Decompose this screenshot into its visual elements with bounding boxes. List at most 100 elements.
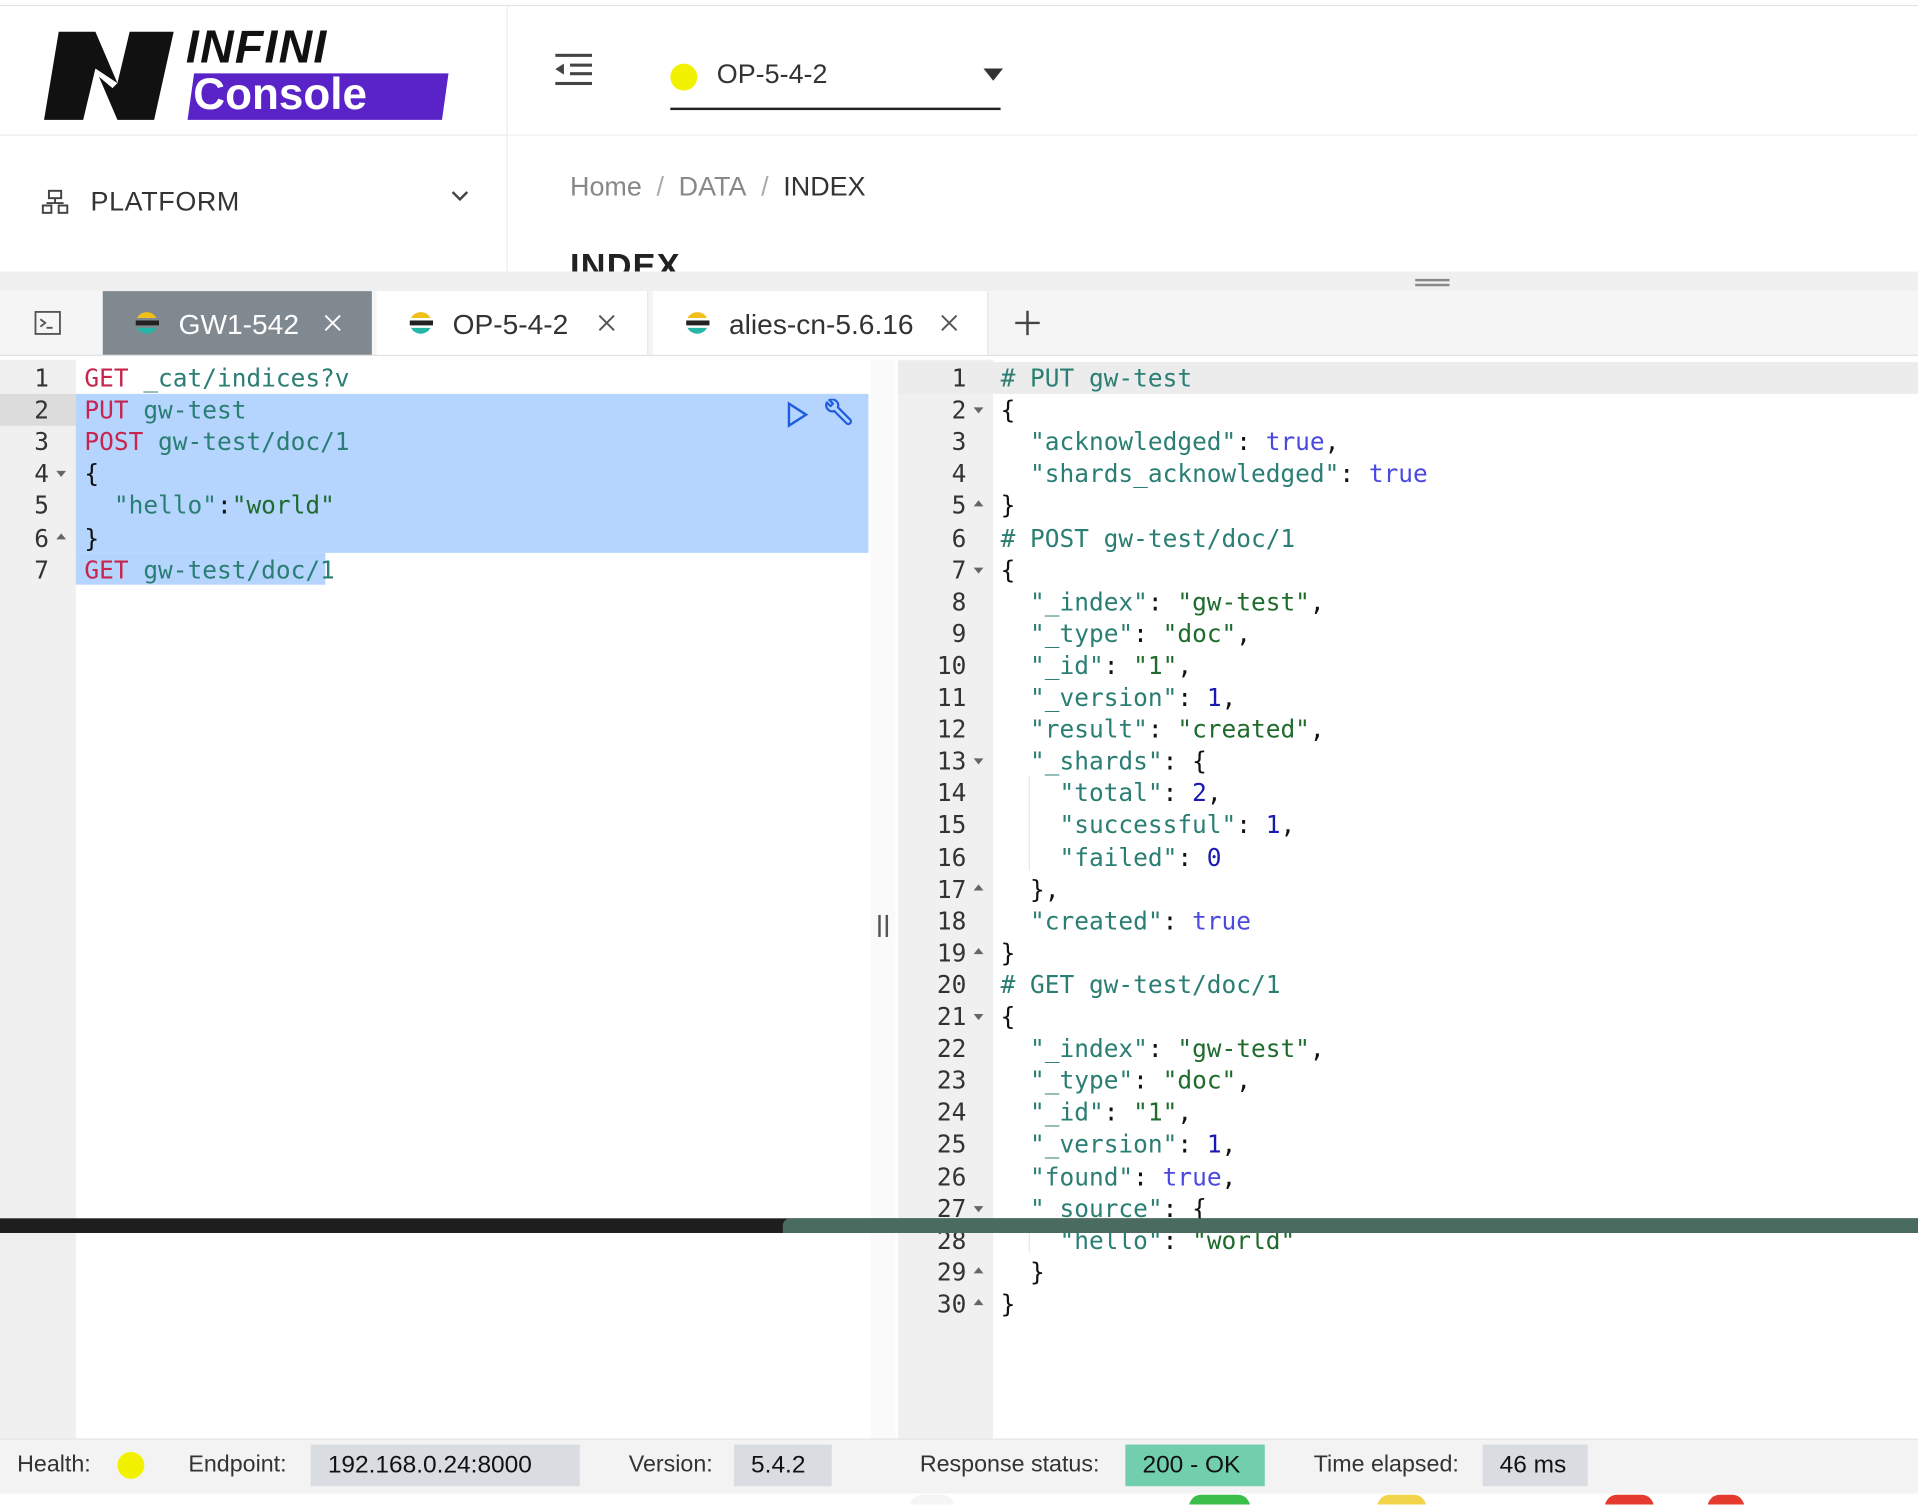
code-line: "_id": "1", [1001,1096,1192,1128]
line-number: 24 [936,1097,967,1127]
line-number: 16 [936,842,967,872]
code-line: } [1001,490,1016,522]
code-token: : { [1162,746,1207,776]
code-token: true [1265,427,1325,457]
cluster-status-dot [670,63,698,91]
top-border [0,4,1918,7]
console-tab-bar: GW1-542 OP-5-4-2 alies-cn-5.6.16 [0,291,1918,356]
tab-op-5-4-2[interactable]: OP-5-4-2 [376,291,649,355]
line-number: 9 [951,618,967,649]
code-line: # PUT gw-test [1001,362,1192,394]
infini-console-logo[interactable]: INFINI Console /// [37,22,453,125]
code-token: "doc" [1162,1065,1237,1095]
fold-arrow-up-icon[interactable] [973,883,984,890]
fold-arrow-up-icon[interactable] [973,947,984,954]
tab-alies-cn-5-6-16[interactable]: alies-cn-5.6.16 [653,291,989,355]
code-token: , [1236,1065,1252,1095]
fold-arrow-down-icon[interactable] [973,407,984,414]
fold-arrow-up-icon[interactable] [56,532,67,539]
dock-app-icon[interactable] [1188,1494,1251,1505]
terminal-icon[interactable] [34,310,61,335]
editor-split-handle[interactable] [870,359,896,1439]
request-editor[interactable]: 1 GET _cat/indices?v 2 PUT gw-test 3 POST gw-… [0,359,869,1439]
fold-arrow-up-icon[interactable] [973,1298,984,1306]
code-token: : [1177,842,1207,872]
response-status-label: Response status: [919,1451,1100,1478]
code-token: true [1368,459,1428,489]
cluster-select[interactable]: OP-5-4-2 [670,51,1004,111]
code-token: , [1309,714,1325,744]
fold-arrow-down-icon[interactable] [973,1014,984,1021]
breadcrumb-separator: / [656,171,664,202]
code-line: "shards_acknowledged": true [1001,458,1428,490]
code-token: "found" [1030,1161,1134,1191]
close-icon[interactable] [597,313,617,333]
close-icon[interactable] [323,313,343,333]
sidebar-item-label: PLATFORM [90,185,240,217]
elasticsearch-icon [135,312,160,334]
fold-arrow-up-icon[interactable] [973,1266,984,1274]
code-line: } [1001,937,1016,969]
sidebar-item-platform[interactable]: PLATFORM [0,159,506,245]
code-token: "gw-test" [1177,586,1310,617]
code-line: # POST gw-test/doc/1 [1001,522,1296,554]
response-viewer[interactable]: 1 # PUT gw-test 2 {3 "acknowledged": true, 4… [897,359,1918,1439]
code-line: } [84,522,99,554]
play-icon[interactable] [783,401,810,428]
line-number: 19 [936,937,967,968]
menu-fold-icon[interactable] [553,51,595,88]
code-line: "_type": "doc", [1001,617,1251,649]
infini-n-logo-icon [44,31,174,120]
code-token: : [216,490,232,521]
code-token: , [1206,778,1222,808]
code-token: , [1177,650,1193,680]
fold-arrow-up-icon[interactable] [973,500,984,507]
close-icon[interactable] [939,313,959,333]
line-number: 18 [936,906,967,936]
tab-gw1-542[interactable]: GW1-542 [102,291,372,355]
breadcrumb-home[interactable]: Home [570,171,642,202]
code-line: "total": 2, [1001,777,1222,809]
fold-arrow-down-icon[interactable] [973,1205,984,1212]
code-token: 1 [1265,810,1281,840]
code-line: PUT gw-test [84,394,246,426]
code-token: } [1000,937,1016,968]
line-number: 14 [936,778,967,808]
drag-handle-icon[interactable] [1415,278,1450,287]
line-number: 15 [936,810,967,840]
code-token: gw-test/doc/1 [128,554,335,585]
code-token: "_index" [1030,586,1148,617]
dock-app-icon[interactable] [1377,1494,1427,1505]
add-tab-plus-icon[interactable] [1010,306,1044,340]
code-token: # PUT gw-test [1000,363,1193,393]
dock-app-icon[interactable] [910,1494,955,1505]
console-resize-bar[interactable] [0,271,1918,292]
drag-handle-icon[interactable] [878,914,889,937]
dock-app-icon[interactable] [1707,1494,1745,1505]
fold-arrow-down-icon[interactable] [973,567,984,574]
code-token: true [1192,906,1252,936]
code-token: : [1177,1129,1207,1159]
wrench-icon[interactable] [820,398,854,431]
fold-arrow-down-icon[interactable] [973,758,984,765]
code-token: 2 [1192,778,1207,808]
breadcrumb-data[interactable]: DATA [679,171,747,202]
version-value: 5.4.2 [733,1444,832,1487]
dock-app-icon[interactable] [1604,1494,1654,1505]
code-token: # GET gw-test/doc/1 [1000,969,1281,1000]
logo-text-infini: INFINI [185,22,328,74]
code-token: "created" [1177,714,1310,744]
code-line: GET gw-test/doc/1 [84,554,334,586]
fold-arrow-down-icon[interactable] [56,471,67,478]
code-token: { [84,459,100,489]
code-line: "_version": 1, [1001,1128,1237,1160]
code-token: , [1221,1161,1237,1191]
code-token: , [1221,1129,1237,1159]
